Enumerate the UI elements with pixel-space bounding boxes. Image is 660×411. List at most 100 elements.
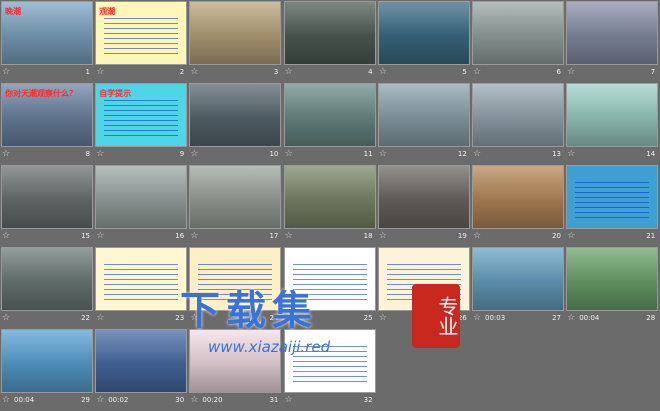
transition-icon[interactable]: ☆ <box>96 67 104 77</box>
slide-number: 5 <box>462 68 467 76</box>
slide-thumbnail-cell[interactable]: ☆ 18 <box>283 164 377 246</box>
transition-icon[interactable]: ☆ <box>96 149 104 159</box>
transition-icon[interactable]: ☆ <box>285 313 293 323</box>
slide-thumbnail[interactable] <box>472 1 564 65</box>
slide-thumbnail[interactable] <box>283 83 376 147</box>
slide-thumbnail[interactable] <box>189 247 282 311</box>
transition-icon[interactable]: ☆ <box>2 67 10 77</box>
transition-icon[interactable]: ☆ <box>379 149 387 159</box>
slide-thumbnail[interactable] <box>472 83 564 147</box>
transition-icon[interactable]: ☆ <box>473 231 481 241</box>
transition-icon[interactable]: ☆ <box>285 67 293 77</box>
slide-thumbnail-cell[interactable]: ☆ 25 <box>283 246 377 328</box>
slide-thumbnail-cell[interactable]: ☆ 00:04 29 <box>0 328 94 410</box>
slide-thumbnail[interactable] <box>283 165 376 229</box>
slide-thumbnail[interactable] <box>1 165 93 229</box>
slide-thumbnail-cell[interactable]: ☆ 00:02 30 <box>94 328 188 410</box>
slide-thumbnail-cell[interactable]: ☆ 00:03 27 <box>471 246 565 328</box>
slide-thumbnail-cell[interactable]: ☆ 32 <box>283 328 377 410</box>
slide-thumbnail-cell[interactable]: ☆ 21 <box>565 164 659 246</box>
slide-thumbnail[interactable] <box>189 165 282 229</box>
slide-thumbnail-cell[interactable]: 自学提示 ☆ 9 <box>94 82 188 164</box>
slide-timing: 00:04 <box>14 396 35 404</box>
transition-icon[interactable]: ☆ <box>2 149 10 159</box>
slide-thumbnail[interactable] <box>566 1 659 65</box>
transition-icon[interactable]: ☆ <box>379 313 387 323</box>
slide-thumbnail[interactable] <box>283 329 376 393</box>
transition-icon[interactable]: ☆ <box>473 67 481 77</box>
transition-icon[interactable]: ☆ <box>379 231 387 241</box>
slide-thumbnail-cell[interactable]: ☆ 10 <box>188 82 282 164</box>
slide-thumbnail[interactable]: 观潮 <box>95 1 188 65</box>
transition-icon[interactable]: ☆ <box>567 313 575 323</box>
slide-thumbnail[interactable] <box>377 165 470 229</box>
slide-thumbnail-cell[interactable]: ☆ 3 <box>188 0 282 82</box>
slide-thumbnail-cell[interactable]: ☆ 22 <box>0 246 94 328</box>
transition-icon[interactable]: ☆ <box>379 67 387 77</box>
slide-thumbnail[interactable] <box>472 247 564 311</box>
slide-thumbnail[interactable] <box>566 247 659 311</box>
slide-thumbnail[interactable] <box>95 329 188 393</box>
slide-thumbnail[interactable] <box>283 1 376 65</box>
transition-icon[interactable]: ☆ <box>567 149 575 159</box>
slide-thumbnail[interactable] <box>1 247 93 311</box>
slide-thumbnail[interactable] <box>189 1 282 65</box>
slide-number: 32 <box>363 396 373 404</box>
slide-thumbnail-cell[interactable]: ☆ 15 <box>0 164 94 246</box>
transition-icon[interactable]: ☆ <box>473 149 481 159</box>
slide-thumbnail-cell[interactable]: ☆ 23 <box>94 246 188 328</box>
slide-thumbnail[interactable] <box>189 83 282 147</box>
slide-thumbnail[interactable] <box>95 165 188 229</box>
slide-thumbnail-cell[interactable]: ☆ 5 <box>377 0 471 82</box>
transition-icon[interactable]: ☆ <box>285 149 293 159</box>
slide-thumbnail-cell[interactable]: ☆ 00:20 31 <box>188 328 282 410</box>
slide-thumbnail-cell[interactable]: ☆ 20 <box>471 164 565 246</box>
transition-icon[interactable]: ☆ <box>96 231 104 241</box>
slide-thumbnail-cell[interactable]: ☆ 14 <box>565 82 659 164</box>
slide-thumbnail[interactable] <box>1 329 93 393</box>
slide-thumbnail[interactable] <box>377 83 470 147</box>
slide-thumbnail[interactable] <box>566 165 659 229</box>
slide-thumbnail-cell[interactable]: ☆ 7 <box>565 0 659 82</box>
transition-icon[interactable]: ☆ <box>96 395 104 405</box>
transition-icon[interactable]: ☆ <box>190 67 198 77</box>
slide-thumbnail[interactable] <box>283 247 376 311</box>
slide-thumbnail-cell[interactable]: ☆ 26 <box>377 246 471 328</box>
slide-thumbnail-cell[interactable]: 你对天潮观察什么？ ☆ 8 <box>0 82 94 164</box>
transition-icon[interactable]: ☆ <box>2 231 10 241</box>
slide-thumbnail-cell[interactable]: 晚潮 ☆ 1 <box>0 0 94 82</box>
transition-icon[interactable]: ☆ <box>285 395 293 405</box>
transition-icon[interactable]: ☆ <box>2 395 10 405</box>
slide-thumbnail-cell[interactable]: ☆ 00:04 28 <box>565 246 659 328</box>
transition-icon[interactable]: ☆ <box>190 149 198 159</box>
slide-thumbnail-cell[interactable]: 观潮 ☆ 2 <box>94 0 188 82</box>
slide-thumbnail[interactable]: 自学提示 <box>95 83 188 147</box>
slide-thumbnail-cell[interactable]: ☆ 13 <box>471 82 565 164</box>
slide-thumbnail[interactable] <box>377 247 470 311</box>
transition-icon[interactable]: ☆ <box>2 313 10 323</box>
slide-photo <box>378 166 469 228</box>
transition-icon[interactable]: ☆ <box>96 313 104 323</box>
transition-icon[interactable]: ☆ <box>190 231 198 241</box>
transition-icon[interactable]: ☆ <box>190 313 198 323</box>
slide-thumbnail-cell[interactable]: ☆ 4 <box>283 0 377 82</box>
slide-thumbnail-cell[interactable]: ☆ 19 <box>377 164 471 246</box>
slide-thumbnail-cell[interactable]: ☆ 6 <box>471 0 565 82</box>
slide-thumbnail-cell[interactable]: ☆ 24 <box>188 246 282 328</box>
transition-icon[interactable]: ☆ <box>473 313 481 323</box>
slide-thumbnail-cell[interactable]: ☆ 12 <box>377 82 471 164</box>
slide-thumbnail[interactable] <box>95 247 188 311</box>
slide-thumbnail-cell[interactable]: ☆ 11 <box>283 82 377 164</box>
slide-thumbnail-cell[interactable]: ☆ 16 <box>94 164 188 246</box>
transition-icon[interactable]: ☆ <box>190 395 198 405</box>
transition-icon[interactable]: ☆ <box>567 67 575 77</box>
slide-thumbnail[interactable] <box>189 329 282 393</box>
slide-thumbnail[interactable] <box>377 1 470 65</box>
slide-thumbnail[interactable] <box>472 165 564 229</box>
transition-icon[interactable]: ☆ <box>567 231 575 241</box>
transition-icon[interactable]: ☆ <box>285 231 293 241</box>
slide-thumbnail[interactable] <box>566 83 659 147</box>
slide-thumbnail[interactable]: 晚潮 <box>1 1 93 65</box>
slide-thumbnail[interactable]: 你对天潮观察什么？ <box>1 83 93 147</box>
slide-thumbnail-cell[interactable]: ☆ 17 <box>188 164 282 246</box>
